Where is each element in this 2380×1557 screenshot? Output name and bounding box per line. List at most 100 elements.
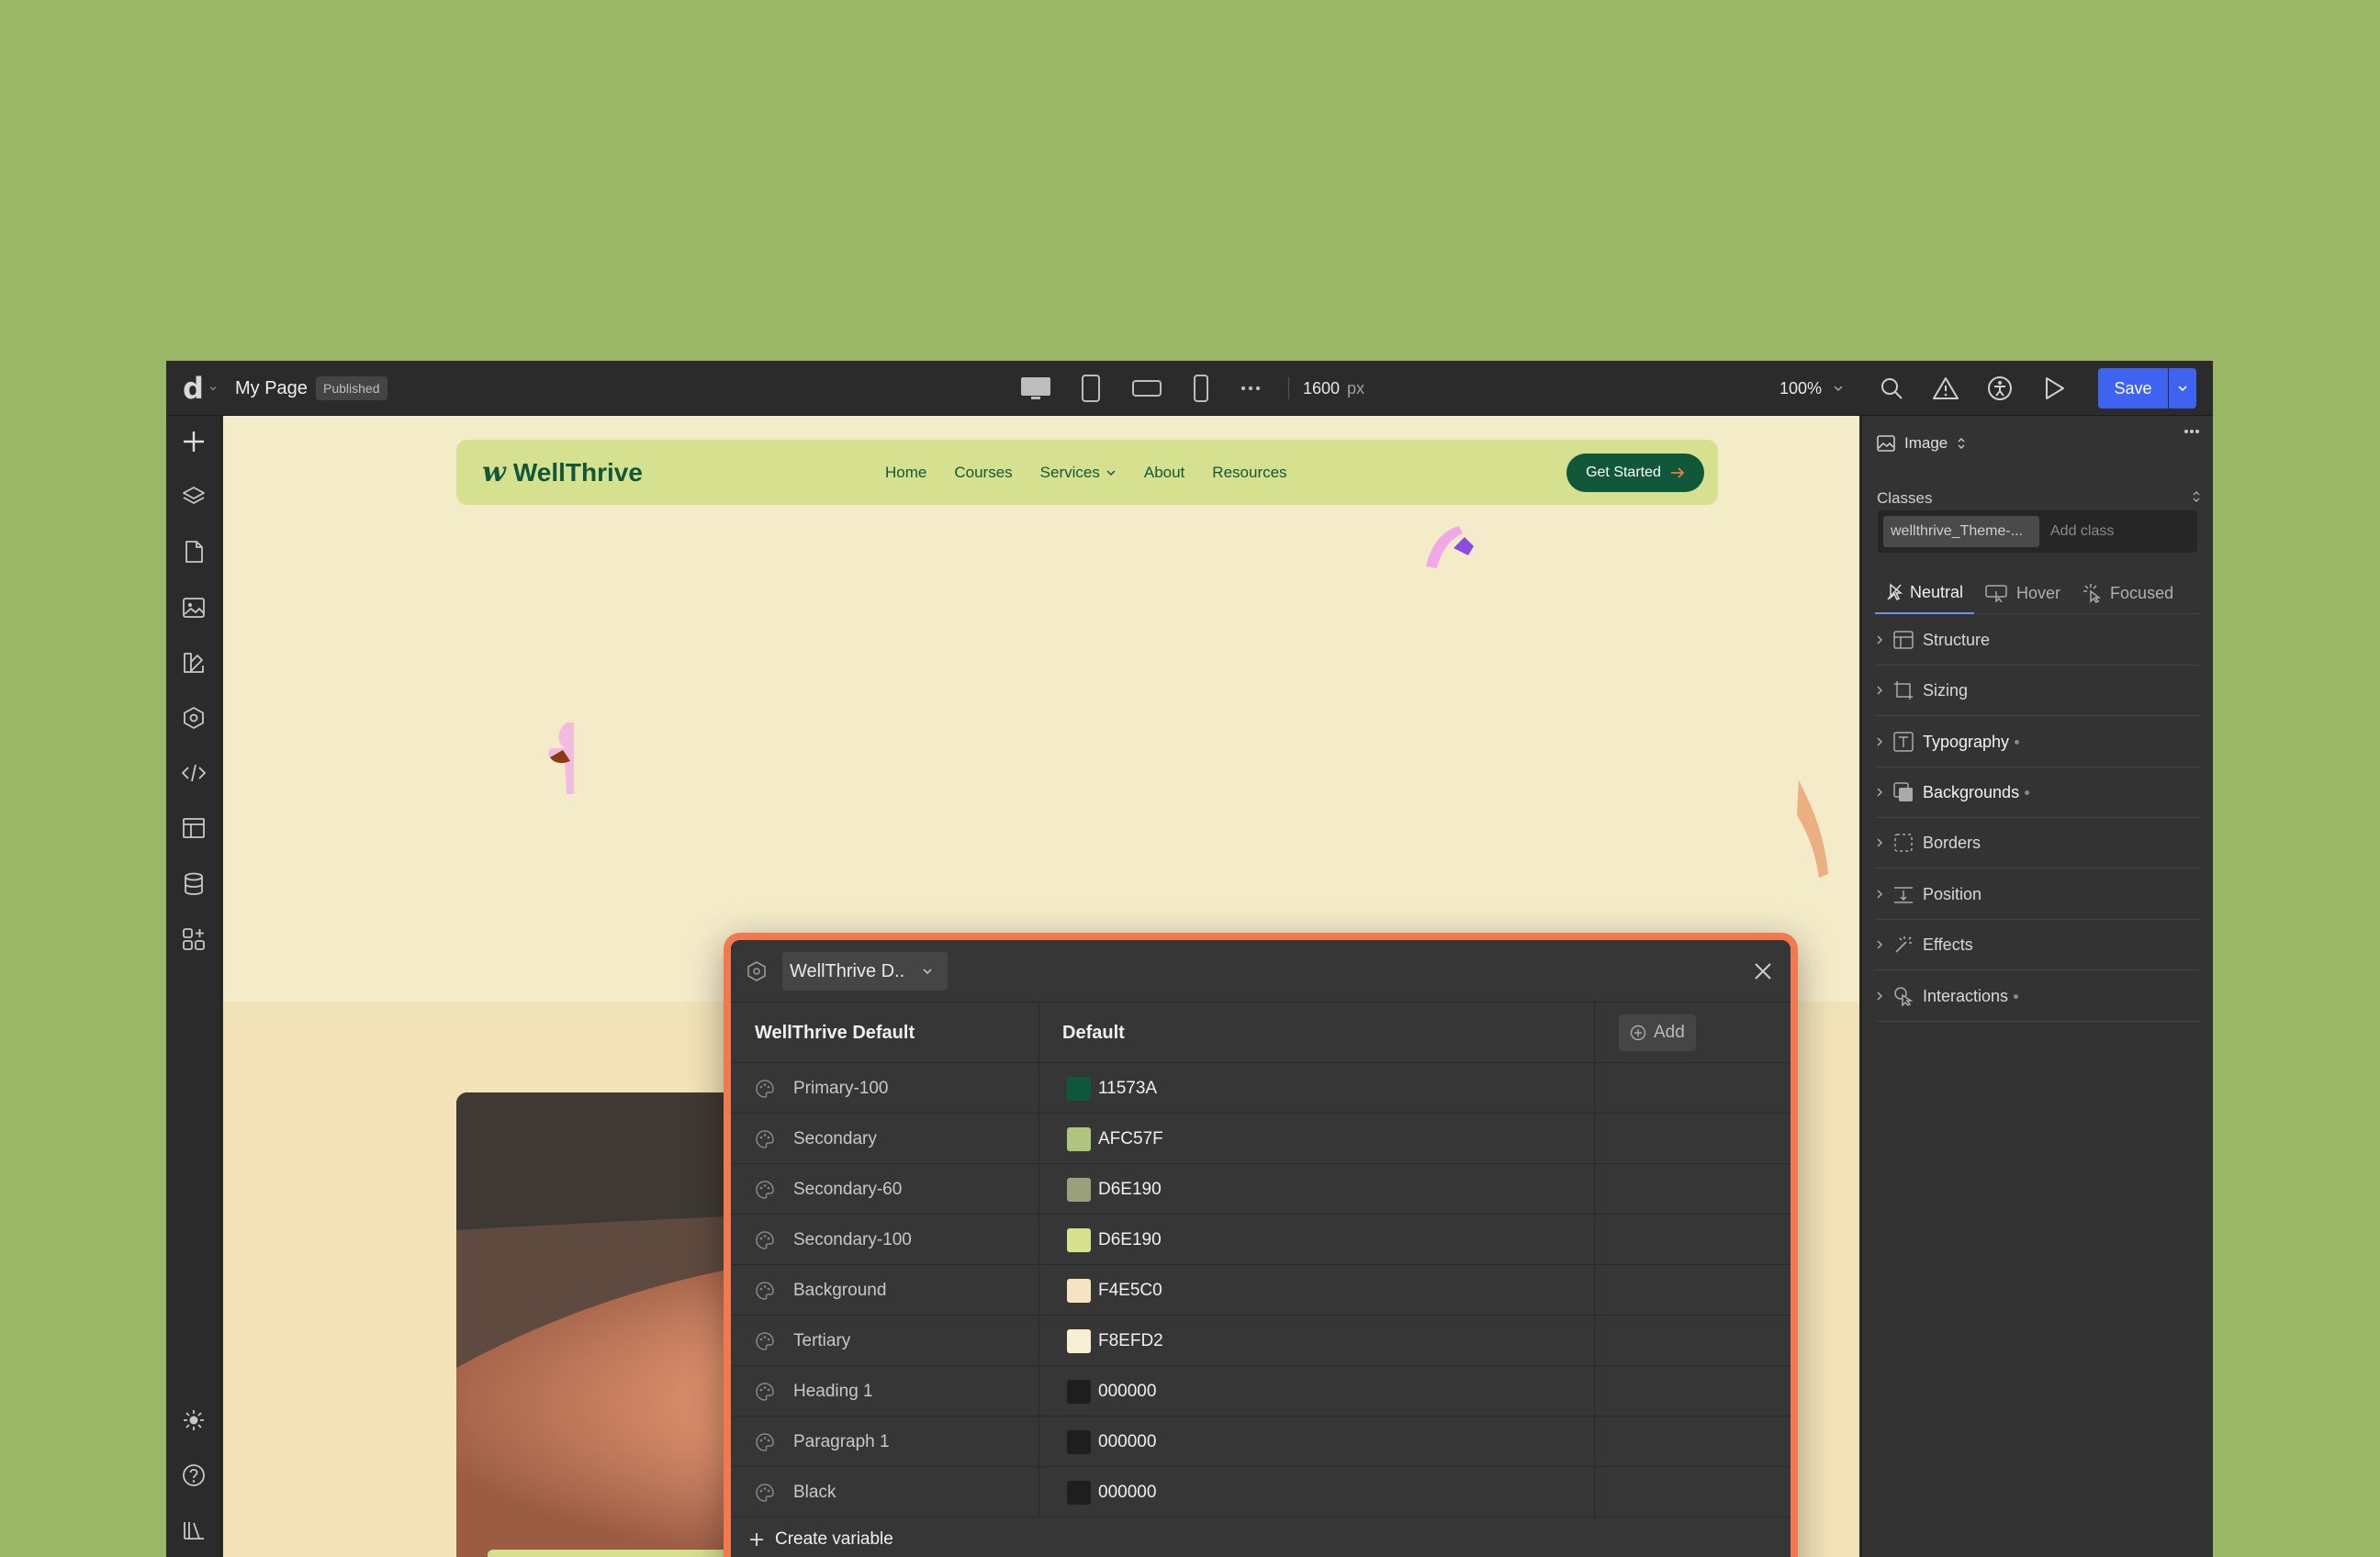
close-icon[interactable] — [1748, 957, 1778, 986]
variable-name-cell[interactable]: Secondary — [731, 1114, 1038, 1164]
variable-value-cell[interactable]: 000000 — [1038, 1366, 1594, 1417]
element-type-selector[interactable]: Image — [1862, 416, 2213, 471]
color-swatch[interactable] — [1067, 1177, 1091, 1202]
tab-focused[interactable]: Focused — [2071, 572, 2184, 614]
variable-name-cell[interactable]: Background — [731, 1265, 1038, 1316]
section-backgrounds[interactable]: Backgrounds — [1875, 767, 2201, 818]
variable-name-cell[interactable]: Black — [731, 1467, 1038, 1518]
add-element-icon[interactable] — [179, 427, 208, 456]
theme-sun-icon[interactable] — [179, 1406, 208, 1435]
section-sizing[interactable]: Sizing — [1875, 666, 2201, 716]
nav-link-about[interactable]: About — [1144, 464, 1184, 482]
add-mode-button[interactable]: Add — [1619, 1014, 1696, 1051]
nav-link-resources[interactable]: Resources — [1212, 464, 1286, 482]
color-swatch[interactable] — [1067, 1076, 1091, 1101]
variable-value-cell[interactable]: 000000 — [1038, 1417, 1594, 1467]
color-swatch[interactable] — [1067, 1126, 1091, 1151]
variable-row[interactable]: Heading 1 000000 — [731, 1366, 1791, 1417]
database-icon[interactable] — [179, 869, 208, 899]
mobile-portrait-icon[interactable] — [1183, 374, 1219, 403]
variable-value-cell[interactable]: F4E5C0 — [1038, 1265, 1594, 1316]
expand-collapse-icon[interactable] — [2191, 489, 2202, 504]
variable-name-cell[interactable]: Tertiary — [731, 1316, 1038, 1366]
mode-column-header[interactable]: Default — [1038, 1003, 1594, 1063]
tab-neutral[interactable]: Neutral — [1875, 572, 1975, 614]
app-logo[interactable]: d — [183, 361, 204, 416]
section-effects[interactable]: Effects — [1875, 920, 2201, 970]
color-swatch[interactable] — [1067, 1278, 1091, 1303]
chevron-down-icon[interactable] — [208, 361, 218, 416]
variable-name-cell[interactable]: Heading 1 — [731, 1366, 1038, 1417]
site-navbar[interactable]: w WellThrive Home Courses Services About… — [456, 440, 1718, 505]
variable-row[interactable]: Paragraph 1 000000 — [731, 1417, 1791, 1467]
variable-value-cell[interactable]: D6E190 — [1038, 1164, 1594, 1215]
site-brand[interactable]: w WellThrive — [482, 440, 643, 505]
add-class-input[interactable]: Add class — [2050, 510, 2114, 553]
name-column-header: WellThrive Default — [755, 1022, 915, 1043]
nav-link-courses[interactable]: Courses — [954, 464, 1012, 482]
get-started-button[interactable]: Get Started — [1566, 454, 1704, 492]
variable-row[interactable]: Background F4E5C0 — [731, 1265, 1791, 1316]
variable-name-cell[interactable]: Paragraph 1 — [731, 1417, 1038, 1467]
variable-name-cell[interactable]: Secondary-100 — [731, 1215, 1038, 1265]
apps-icon[interactable] — [179, 924, 208, 954]
canvas-width-readout[interactable]: 1600 px — [1303, 361, 1364, 416]
color-swatch[interactable] — [1067, 1227, 1091, 1252]
variable-row[interactable]: Primary-100 11573A — [731, 1063, 1791, 1114]
warning-icon[interactable] — [1930, 374, 1961, 403]
create-variable-button[interactable]: Create variable — [749, 1529, 893, 1550]
variable-row[interactable]: Secondary-100 D6E190 — [731, 1215, 1791, 1265]
chevron-right-icon — [1877, 890, 1883, 899]
color-swatch[interactable] — [1067, 1328, 1091, 1353]
mobile-landscape-icon[interactable] — [1128, 374, 1165, 403]
section-position[interactable]: Position — [1875, 869, 2201, 920]
accessibility-icon[interactable] — [1984, 374, 2015, 403]
pages-icon[interactable] — [179, 537, 208, 566]
zoom-dropdown[interactable]: 100% — [1779, 361, 1844, 416]
tab-hover[interactable]: Hover — [1974, 572, 2071, 614]
search-icon[interactable] — [1876, 374, 1907, 403]
section-borders[interactable]: Borders — [1875, 818, 2201, 868]
more-breakpoints-icon[interactable] — [1232, 374, 1269, 403]
preview-play-icon[interactable] — [2038, 374, 2070, 403]
class-selector[interactable]: wellthrive_Theme-... Add class — [1878, 510, 2197, 553]
variable-row[interactable]: Tertiary F8EFD2 — [731, 1316, 1791, 1366]
add-mode-cell: Add — [1594, 1003, 1791, 1063]
variables-icon[interactable] — [179, 703, 208, 733]
desktop-icon[interactable] — [1017, 374, 1054, 403]
style-guide-icon[interactable] — [179, 648, 208, 678]
variable-value-cell[interactable]: 000000 — [1038, 1467, 1594, 1518]
variable-row[interactable]: Black 000000 — [731, 1467, 1791, 1518]
class-chip[interactable]: wellthrive_Theme-... — [1883, 516, 2039, 547]
color-swatch[interactable] — [1067, 1379, 1091, 1404]
tablet-icon[interactable] — [1072, 374, 1109, 403]
variable-name-cell[interactable]: Primary-100 — [731, 1063, 1038, 1114]
variable-value-cell[interactable]: F8EFD2 — [1038, 1316, 1594, 1366]
assets-image-icon[interactable] — [179, 593, 208, 622]
variable-name-cell[interactable]: Secondary-60 — [731, 1164, 1038, 1215]
variable-row[interactable]: Secondary-60 D6E190 — [731, 1164, 1791, 1215]
section-structure[interactable]: Structure — [1875, 615, 2201, 666]
save-options-chevron-icon[interactable] — [2169, 368, 2196, 409]
library-icon[interactable] — [179, 1516, 208, 1545]
help-icon[interactable] — [179, 1461, 208, 1490]
variable-value-cell[interactable]: D6E190 — [1038, 1215, 1594, 1265]
templates-icon[interactable] — [179, 813, 208, 843]
variable-row[interactable]: Secondary AFC57F — [731, 1114, 1791, 1164]
nav-link-services[interactable]: Services — [1040, 464, 1117, 482]
section-interactions[interactable]: Interactions — [1875, 971, 2201, 1022]
color-swatch[interactable] — [1067, 1480, 1091, 1505]
save-button[interactable]: Save — [2098, 368, 2168, 409]
page-name[interactable]: My Page — [235, 361, 308, 416]
code-icon[interactable] — [179, 758, 208, 788]
more-options-icon[interactable] — [2184, 429, 2200, 434]
nav-link-home[interactable]: Home — [885, 464, 926, 482]
collection-dropdown[interactable]: WellThrive D.. — [782, 952, 948, 991]
variable-value-cell[interactable]: 11573A — [1038, 1063, 1594, 1114]
variable-value-cell[interactable]: AFC57F — [1038, 1114, 1594, 1164]
empty-mode-cell — [1594, 1215, 1791, 1265]
top-toolbar: d My Page Published 1600 px 100% Save — [166, 361, 2213, 416]
section-typography[interactable]: Typography — [1875, 717, 2201, 767]
layers-icon[interactable] — [179, 482, 208, 511]
color-swatch[interactable] — [1067, 1429, 1091, 1454]
